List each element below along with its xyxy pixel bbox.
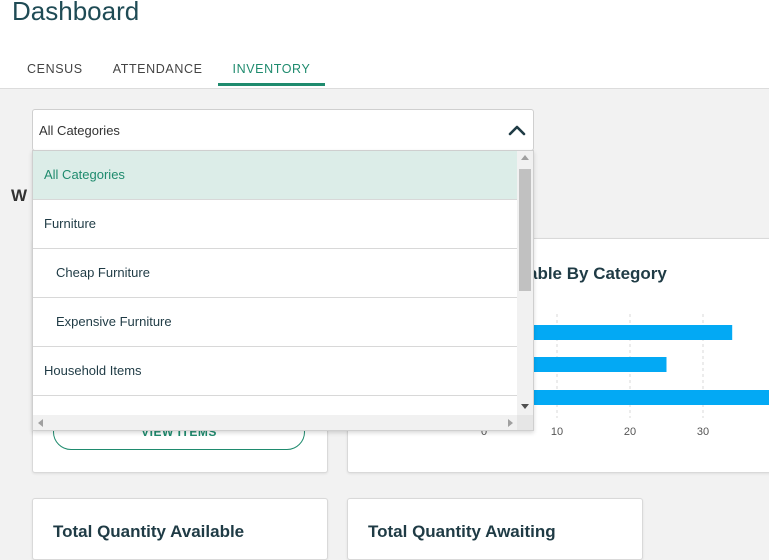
quantity-awaiting-title: Total Quantity Awaiting bbox=[368, 522, 556, 541]
quantity-awaiting-card: Total Quantity Awaiting bbox=[347, 498, 643, 560]
header: Dashboard CENSUS ATTENDANCE INVENTORY bbox=[0, 0, 769, 89]
category-options: All Categories Furniture Cheap Furniture… bbox=[33, 151, 518, 396]
scroll-up-icon[interactable] bbox=[521, 155, 529, 160]
page-title: Dashboard bbox=[12, 0, 140, 26]
quantity-available-title: Total Quantity Available bbox=[53, 522, 245, 541]
x-tick-label: 10 bbox=[551, 426, 563, 438]
category-dropdown: All Categories Furniture Cheap Furniture… bbox=[32, 150, 534, 431]
tab-census[interactable]: CENSUS bbox=[12, 56, 98, 86]
tab-bar: CENSUS ATTENDANCE INVENTORY bbox=[12, 56, 326, 88]
category-select-value: All Categories bbox=[39, 123, 120, 138]
tab-attendance[interactable]: ATTENDANCE bbox=[98, 56, 218, 86]
scroll-down-icon[interactable] bbox=[521, 404, 529, 409]
vertical-scrollbar[interactable] bbox=[517, 151, 533, 415]
chart-title: able By Category bbox=[528, 264, 667, 283]
scrollbar-corner bbox=[517, 415, 533, 430]
category-select[interactable]: All Categories bbox=[32, 109, 534, 151]
chevron-up-icon[interactable] bbox=[507, 122, 527, 138]
option-furniture[interactable]: Furniture bbox=[33, 200, 518, 249]
option-household-items[interactable]: Household Items bbox=[33, 347, 518, 396]
option-all-categories[interactable]: All Categories bbox=[33, 151, 518, 200]
tab-inventory[interactable]: INVENTORY bbox=[217, 56, 326, 86]
option-cheap-furniture[interactable]: Cheap Furniture bbox=[33, 249, 518, 298]
horizontal-scrollbar[interactable] bbox=[33, 415, 518, 430]
x-tick-label: 20 bbox=[624, 426, 636, 438]
section-heading: W bbox=[11, 186, 28, 205]
quantity-available-card: Total Quantity Available bbox=[32, 498, 328, 560]
scroll-left-icon[interactable] bbox=[38, 419, 43, 427]
option-expensive-furniture[interactable]: Expensive Furniture bbox=[33, 298, 518, 347]
scrollbar-thumb[interactable] bbox=[519, 169, 531, 291]
x-tick-label: 30 bbox=[697, 426, 709, 438]
scroll-right-icon[interactable] bbox=[508, 419, 513, 427]
